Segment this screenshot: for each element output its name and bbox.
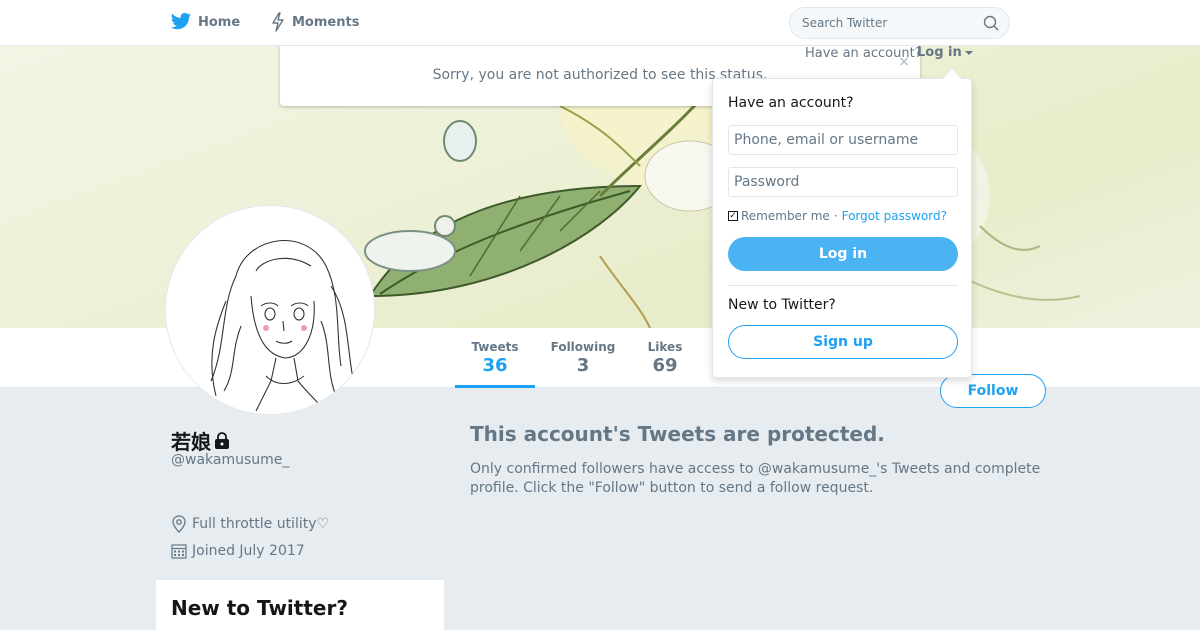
have-account-text: Have an account? [805,46,922,61]
remember-me-checkbox[interactable]: ✓ [728,211,738,221]
separator-dot: · [833,209,838,223]
tweets-count: 36 [482,355,508,376]
new-to-twitter-heading: New to Twitter? [171,596,348,620]
tab-tweets[interactable]: Tweets 36 [455,340,535,388]
likes-count: 69 [652,355,678,376]
follow-button[interactable]: Follow [940,374,1046,408]
following-label: Following [550,340,616,354]
login-link-label: Log in [917,45,962,60]
nav-home[interactable]: Home [170,12,240,32]
avatar[interactable] [165,205,375,415]
tab-likes[interactable]: Likes 69 [640,340,690,376]
display-name: 若娘 [171,426,230,455]
divider [728,285,958,286]
login-button[interactable]: Log in [728,237,958,271]
top-nav: Home Moments [0,0,1200,46]
following-count: 3 [576,355,590,376]
lightning-icon [272,12,284,32]
remember-me-label[interactable]: Remember me [741,209,830,223]
caret-down-icon [964,50,973,55]
search-box [789,7,1010,39]
lock-icon [215,431,229,449]
screen-name[interactable]: @wakamusume_ [171,452,289,468]
login-dropdown: Have an account? ✓ Remember me · Forgot … [712,68,972,378]
protected-title: This account's Tweets are protected. [470,422,885,446]
new-to-twitter-card: New to Twitter? [156,580,444,630]
forgot-password-link[interactable]: Forgot password? [842,209,947,223]
username-input[interactable] [728,125,958,155]
twitter-bird-icon [170,12,192,30]
tab-following[interactable]: Following 3 [548,340,618,376]
nav-moments[interactable]: Moments [270,12,359,32]
remember-row: ✓ Remember me · Forgot password? [728,209,947,223]
login-dropdown-toggle[interactable]: Log in [917,45,973,60]
calendar-icon [171,544,187,559]
protected-body: Only confirmed followers have access to … [470,461,1041,496]
join-date-text: Joined July 2017 [192,543,305,559]
signup-button[interactable]: Sign up [728,325,958,359]
search-icon[interactable] [983,15,999,31]
nav-moments-label: Moments [292,14,360,30]
likes-label: Likes [647,340,683,354]
search-input[interactable] [790,8,970,38]
new-to-twitter-text: New to Twitter? [728,297,836,313]
nav-home-label: Home [198,14,241,30]
tweets-label: Tweets [471,340,519,354]
location: Full throttle utility♡ [171,515,329,533]
password-input[interactable] [728,167,958,197]
location-text: Full throttle utility♡ [192,516,330,532]
avatar-sketch [166,206,374,414]
dropdown-heading: Have an account? [728,95,854,111]
location-pin-icon [172,515,186,533]
display-name-text: 若娘 [171,430,211,454]
join-date: Joined July 2017 [171,543,305,559]
